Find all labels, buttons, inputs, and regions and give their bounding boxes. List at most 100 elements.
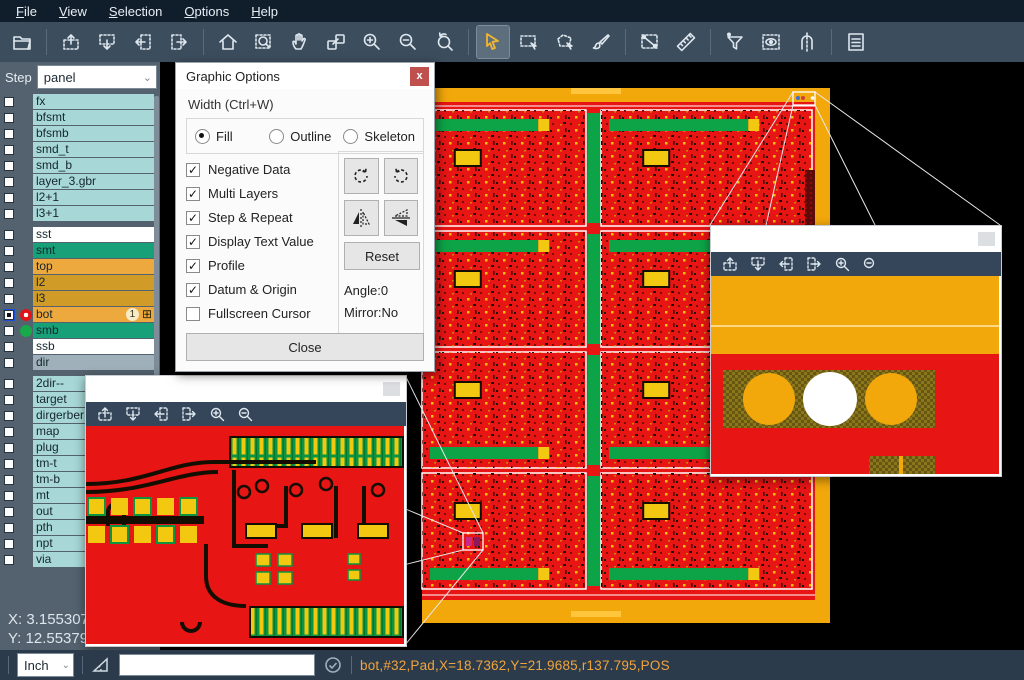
apply-check-icon[interactable] — [323, 655, 343, 675]
ruler-button[interactable] — [670, 26, 702, 58]
menu-help[interactable]: Help — [241, 2, 288, 21]
layer-visibility-checkbox[interactable] — [4, 129, 14, 139]
zoom-out-icon[interactable] — [236, 405, 254, 423]
layer-visibility-checkbox[interactable] — [4, 475, 14, 485]
zoom-window-button[interactable] — [248, 26, 280, 58]
layer-row-top[interactable]: top — [0, 259, 160, 274]
zoom-out-button[interactable] — [392, 26, 424, 58]
select-cursor-button[interactable] — [477, 26, 509, 58]
pan-up-icon[interactable] — [721, 255, 739, 273]
layer-name[interactable]: l3+1 — [33, 206, 154, 221]
select-polygon-button[interactable] — [549, 26, 581, 58]
layer-name[interactable]: l2 — [33, 275, 154, 290]
zoom-previous-button[interactable] — [428, 26, 460, 58]
pan-right-button[interactable] — [163, 26, 195, 58]
layer-visibility-checkbox[interactable] — [4, 97, 14, 107]
layer-row-bfsmb[interactable]: bfsmb — [0, 126, 160, 141]
snap-button[interactable] — [791, 26, 823, 58]
pan-left-icon[interactable] — [777, 255, 795, 273]
layer-name[interactable]: smb — [33, 323, 154, 338]
mirror-vertical-button[interactable] — [384, 200, 419, 236]
option-checkbox-multi-layers[interactable]: ✓ Multi Layers — [186, 186, 336, 201]
layer-visibility-checkbox[interactable] — [4, 193, 14, 203]
layer-visibility-checkbox[interactable] — [4, 177, 14, 187]
pan-left-icon[interactable] — [152, 405, 170, 423]
view-region-button[interactable] — [755, 26, 787, 58]
layer-visibility-checkbox[interactable] — [4, 395, 14, 405]
layer-visibility-checkbox[interactable] — [4, 523, 14, 533]
layer-name[interactable]: top — [33, 259, 154, 274]
pan-right-icon[interactable] — [180, 405, 198, 423]
layer-name[interactable]: smd_t — [33, 142, 154, 157]
layer-grid-icon[interactable]: ⊞ — [142, 308, 152, 321]
drag-view-button[interactable] — [320, 26, 352, 58]
layer-row-sst[interactable]: sst — [0, 227, 160, 242]
layer-visibility-checkbox[interactable] — [4, 358, 14, 368]
option-checkbox-negative-data[interactable]: ✓ Negative Data — [186, 162, 336, 177]
option-checkbox-step-repeat[interactable]: ✓ Step & Repeat — [186, 210, 336, 225]
layer-name[interactable]: l2+1 — [33, 190, 154, 205]
layer-row-l3+1[interactable]: l3+1 — [0, 206, 160, 221]
layer-visibility-checkbox[interactable] — [4, 443, 14, 453]
layer-row-bfsmt[interactable]: bfsmt — [0, 110, 160, 125]
layer-name[interactable]: l3 — [33, 291, 154, 306]
reset-button[interactable]: Reset — [344, 242, 420, 270]
select-rectangle-button[interactable] — [513, 26, 545, 58]
layer-visibility-checkbox[interactable] — [4, 161, 14, 171]
layer-visibility-checkbox[interactable] — [4, 262, 14, 272]
width-radio-outline[interactable]: Outline — [269, 129, 339, 144]
layer-visibility-checkbox[interactable] — [4, 342, 14, 352]
layer-visibility-checkbox[interactable] — [4, 230, 14, 240]
layer-visibility-checkbox[interactable] — [4, 491, 14, 501]
layer-visibility-checkbox[interactable] — [4, 427, 14, 437]
pan-right-icon[interactable] — [805, 255, 823, 273]
layer-visibility-checkbox[interactable] — [4, 379, 14, 389]
layer-visibility-checkbox[interactable] — [4, 459, 14, 469]
layer-row-layer_3.gbr[interactable]: layer_3.gbr — [0, 174, 160, 189]
command-input[interactable] — [119, 654, 315, 676]
layer-visibility-checkbox[interactable] — [4, 310, 14, 320]
zoom-in-icon[interactable] — [833, 255, 851, 273]
layer-visibility-checkbox[interactable] — [4, 555, 14, 565]
option-checkbox-profile[interactable]: ✓ Profile — [186, 258, 336, 273]
zoom-out-icon[interactable] — [861, 255, 879, 273]
layer-visibility-checkbox[interactable] — [4, 294, 14, 304]
layer-row-smt[interactable]: smt — [0, 243, 160, 258]
layer-name[interactable]: smd_b — [33, 158, 154, 173]
open-file-button[interactable] — [6, 26, 38, 58]
option-checkbox-datum-origin[interactable]: ✓ Datum & Origin — [186, 282, 336, 297]
graphic-options-dialog[interactable]: Graphic Options x Width (Ctrl+W) Fill Ou… — [175, 62, 435, 372]
layer-name[interactable]: bot1⊞ — [33, 307, 154, 322]
pan-down-button[interactable] — [91, 26, 123, 58]
magnifier-window-right[interactable] — [710, 225, 1002, 477]
window-button-icon[interactable] — [383, 382, 400, 396]
magnifier-left-titlebar[interactable] — [86, 376, 406, 402]
width-radio-skeleton[interactable]: Skeleton — [343, 129, 415, 144]
layer-visibility-checkbox[interactable] — [4, 278, 14, 288]
layer-list-scrollbar[interactable] — [154, 96, 159, 396]
rotate-cw-button[interactable] — [344, 158, 379, 194]
option-checkbox-display-text-value[interactable]: ✓ Display Text Value — [186, 234, 336, 249]
pan-down-icon[interactable] — [749, 255, 767, 273]
home-view-button[interactable] — [212, 26, 244, 58]
layer-row-dir[interactable]: dir — [0, 355, 160, 370]
layer-row-l2[interactable]: l2 — [0, 275, 160, 290]
layer-name[interactable]: dir — [33, 355, 154, 370]
layer-row-bot[interactable]: bot1⊞ — [0, 307, 160, 322]
measure-points-button[interactable] — [634, 26, 666, 58]
pan-hand-button[interactable] — [284, 26, 316, 58]
filter-button[interactable] — [719, 26, 751, 58]
layer-visibility-checkbox[interactable] — [4, 326, 14, 336]
menu-view[interactable]: View — [49, 2, 97, 21]
angle-measure-icon[interactable] — [91, 655, 111, 675]
layer-name[interactable]: bfsmb — [33, 126, 154, 141]
layer-row-smd_b[interactable]: smd_b — [0, 158, 160, 173]
window-button-icon[interactable] — [978, 232, 995, 246]
layer-visibility-checkbox[interactable] — [4, 145, 14, 155]
layer-visibility-checkbox[interactable] — [4, 246, 14, 256]
magnifier-right-titlebar[interactable] — [711, 226, 1001, 252]
layer-row-l3[interactable]: l3 — [0, 291, 160, 306]
zoom-in-button[interactable] — [356, 26, 388, 58]
pan-down-icon[interactable] — [124, 405, 142, 423]
step-dropdown[interactable]: panel ⌄ — [37, 65, 157, 89]
